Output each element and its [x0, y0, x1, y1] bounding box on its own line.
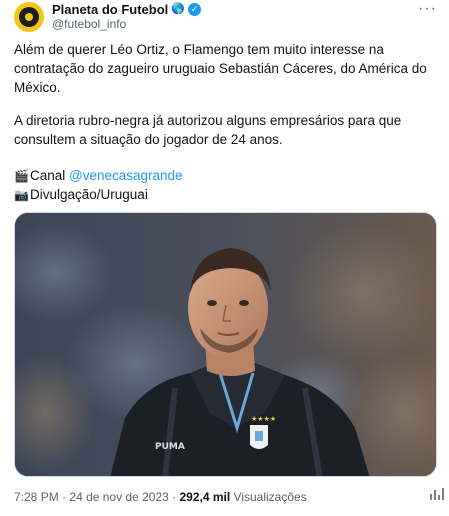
name-row: Planeta do Futebol 🌎 ✓ [52, 2, 201, 17]
tweet-header: Planeta do Futebol 🌎 ✓ @futebol_info ··· [14, 1, 439, 32]
tweet-paragraph-1: Além de querer Léo Ortiz, o Flamengo tem… [14, 40, 439, 97]
more-options-icon[interactable]: ··· [418, 1, 437, 17]
svg-text:PUMA: PUMA [155, 442, 185, 452]
text-line: consultem a situação do jogador de 24 an… [14, 132, 283, 147]
text-line: A diretoria rubro-negra já autorizou alg… [14, 113, 402, 128]
mention-link[interactable]: @venecasagrande [69, 168, 183, 183]
svg-text:★★★★: ★★★★ [251, 415, 276, 423]
credit-line-photo: 📷Divulgação/Uruguai [14, 185, 148, 205]
tweet: Planeta do Futebol 🌎 ✓ @futebol_info ···… [0, 0, 449, 516]
clapperboard-icon: 🎬 [14, 169, 29, 183]
author-names: Planeta do Futebol 🌎 ✓ @futebol_info [52, 2, 201, 32]
analytics-icon[interactable] [429, 486, 445, 502]
author-handle[interactable]: @futebol_info [52, 17, 201, 32]
tweet-date[interactable]: 24 de nov de 2023 [69, 490, 168, 504]
tweet-footer: 7:28 PM · 24 de nov de 2023 · 292,4 mil … [14, 489, 439, 505]
credit-prefix: Canal [30, 168, 70, 183]
camera-icon: 📷 [14, 188, 29, 202]
tweet-photo[interactable]: ★★★★ PUMA [14, 212, 437, 477]
views-count: 292,4 mil [179, 490, 231, 504]
verified-icon: ✓ [188, 3, 201, 16]
text-line: Além de querer Léo Ortiz, o Flamengo tem… [14, 42, 384, 57]
photo-credit: Divulgação/Uruguai [30, 187, 148, 202]
tweet-time[interactable]: 7:28 PM [14, 490, 59, 504]
avatar[interactable] [14, 2, 44, 32]
text-line: contratação do zagueiro uruguaio Sebasti… [14, 61, 427, 76]
player-photo: ★★★★ PUMA [15, 213, 436, 476]
views-label: Visualizações [233, 490, 307, 504]
tweet-paragraph-2: A diretoria rubro-negra já autorizou alg… [14, 111, 439, 149]
separator: · [172, 490, 177, 504]
separator: · [62, 490, 67, 504]
author-display-name[interactable]: Planeta do Futebol [52, 2, 168, 17]
text-line: México. [14, 80, 61, 95]
soccer-ball-logo [19, 7, 39, 27]
globe-icon: 🌎 [171, 3, 185, 15]
credit-line-channel: 🎬Canal @venecasagrande [14, 166, 183, 186]
